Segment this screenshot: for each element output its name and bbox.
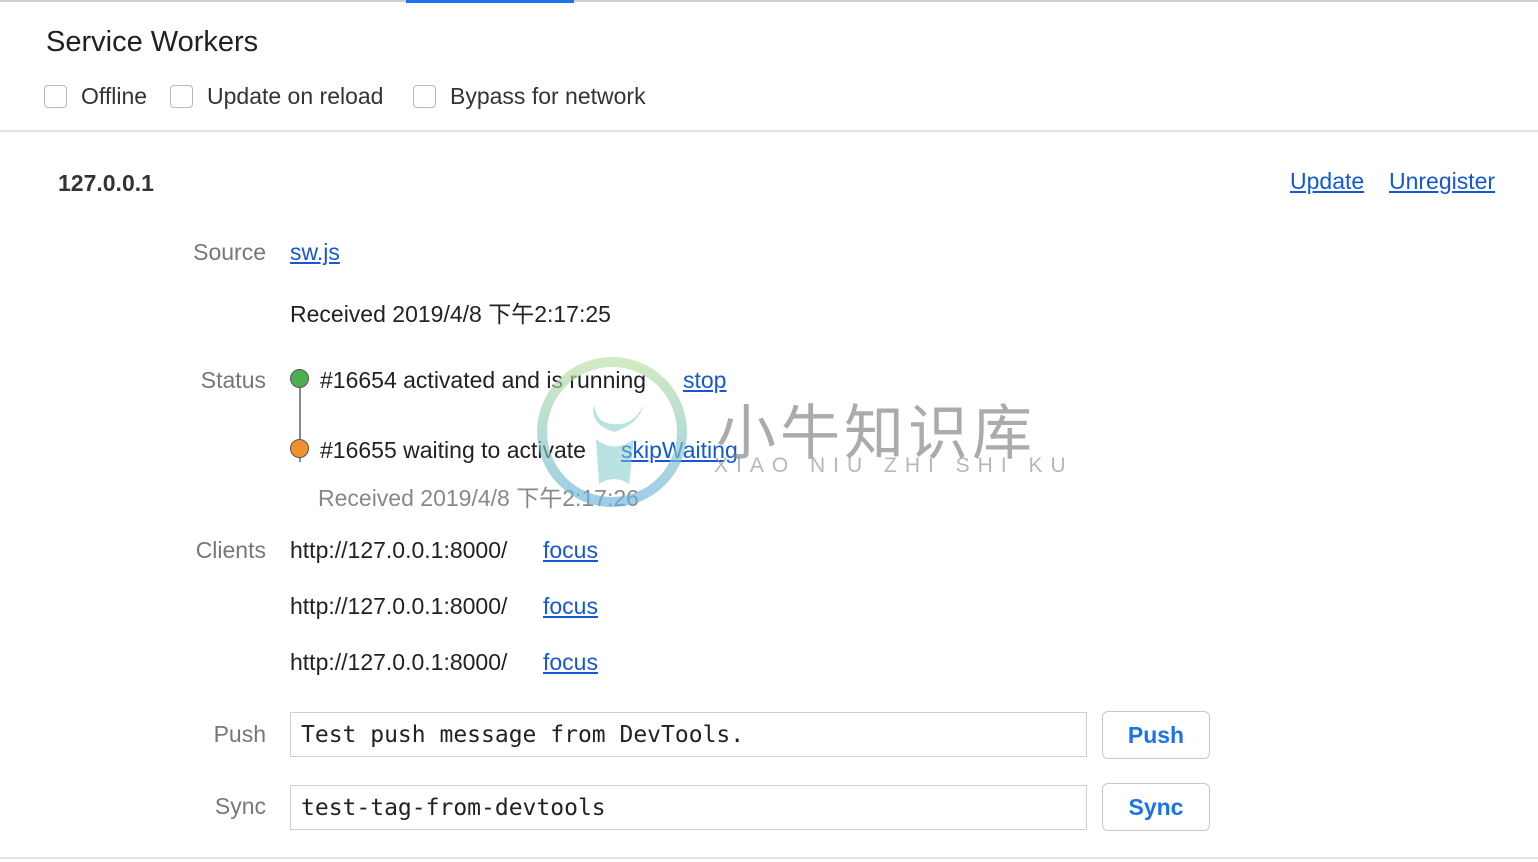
panel-title: Service Workers xyxy=(46,26,259,58)
offline-checkbox[interactable]: Offline xyxy=(44,82,148,109)
status-label: Status xyxy=(200,367,266,393)
sync-tag-input[interactable]: test-tag-from-devtools xyxy=(290,785,1087,830)
push-message-input[interactable]: Test push message from DevTools. xyxy=(290,712,1087,757)
checkbox-box[interactable] xyxy=(170,84,193,108)
status-running-icon xyxy=(290,369,309,388)
clients-label: Clients xyxy=(195,537,266,563)
unregister-link[interactable]: Unregister xyxy=(1389,168,1495,195)
client-url: http://127.0.0.1:8000/ xyxy=(290,649,508,675)
top-border xyxy=(0,0,1538,2)
update-link[interactable]: Update xyxy=(1290,168,1364,195)
divider xyxy=(0,857,1538,859)
focus-link[interactable]: focus xyxy=(543,537,598,564)
status-waiting-icon xyxy=(290,439,309,458)
checkbox-label: Update on reload xyxy=(207,82,384,109)
push-label: Push xyxy=(213,721,266,747)
focus-link[interactable]: focus xyxy=(543,593,598,620)
watermark-logo xyxy=(537,357,687,507)
sync-button[interactable]: Sync xyxy=(1102,783,1210,831)
update-on-reload-checkbox[interactable]: Update on reload xyxy=(170,82,384,109)
sync-label: Sync xyxy=(214,793,266,819)
source-label: Source xyxy=(193,239,266,265)
push-button[interactable]: Push xyxy=(1102,711,1210,759)
focus-link[interactable]: focus xyxy=(543,649,598,676)
checkbox-label: Bypass for network xyxy=(450,82,646,109)
source-file-link[interactable]: sw.js xyxy=(290,239,340,266)
checkbox-box[interactable] xyxy=(44,84,67,108)
watermark-subtext: XIAO NIU ZHI SHI KU xyxy=(714,454,1074,477)
checkbox-box[interactable] xyxy=(413,84,436,108)
source-received: Received 2019/4/8 下午2:17:25 xyxy=(290,301,611,327)
client-url: http://127.0.0.1:8000/ xyxy=(290,593,508,619)
checkbox-label: Offline xyxy=(81,82,148,109)
bypass-for-network-checkbox[interactable]: Bypass for network xyxy=(413,82,646,109)
divider xyxy=(0,130,1538,132)
registration-origin: 127.0.0.1 xyxy=(58,170,154,196)
active-tab-indicator xyxy=(406,0,574,3)
client-url: http://127.0.0.1:8000/ xyxy=(290,537,508,563)
